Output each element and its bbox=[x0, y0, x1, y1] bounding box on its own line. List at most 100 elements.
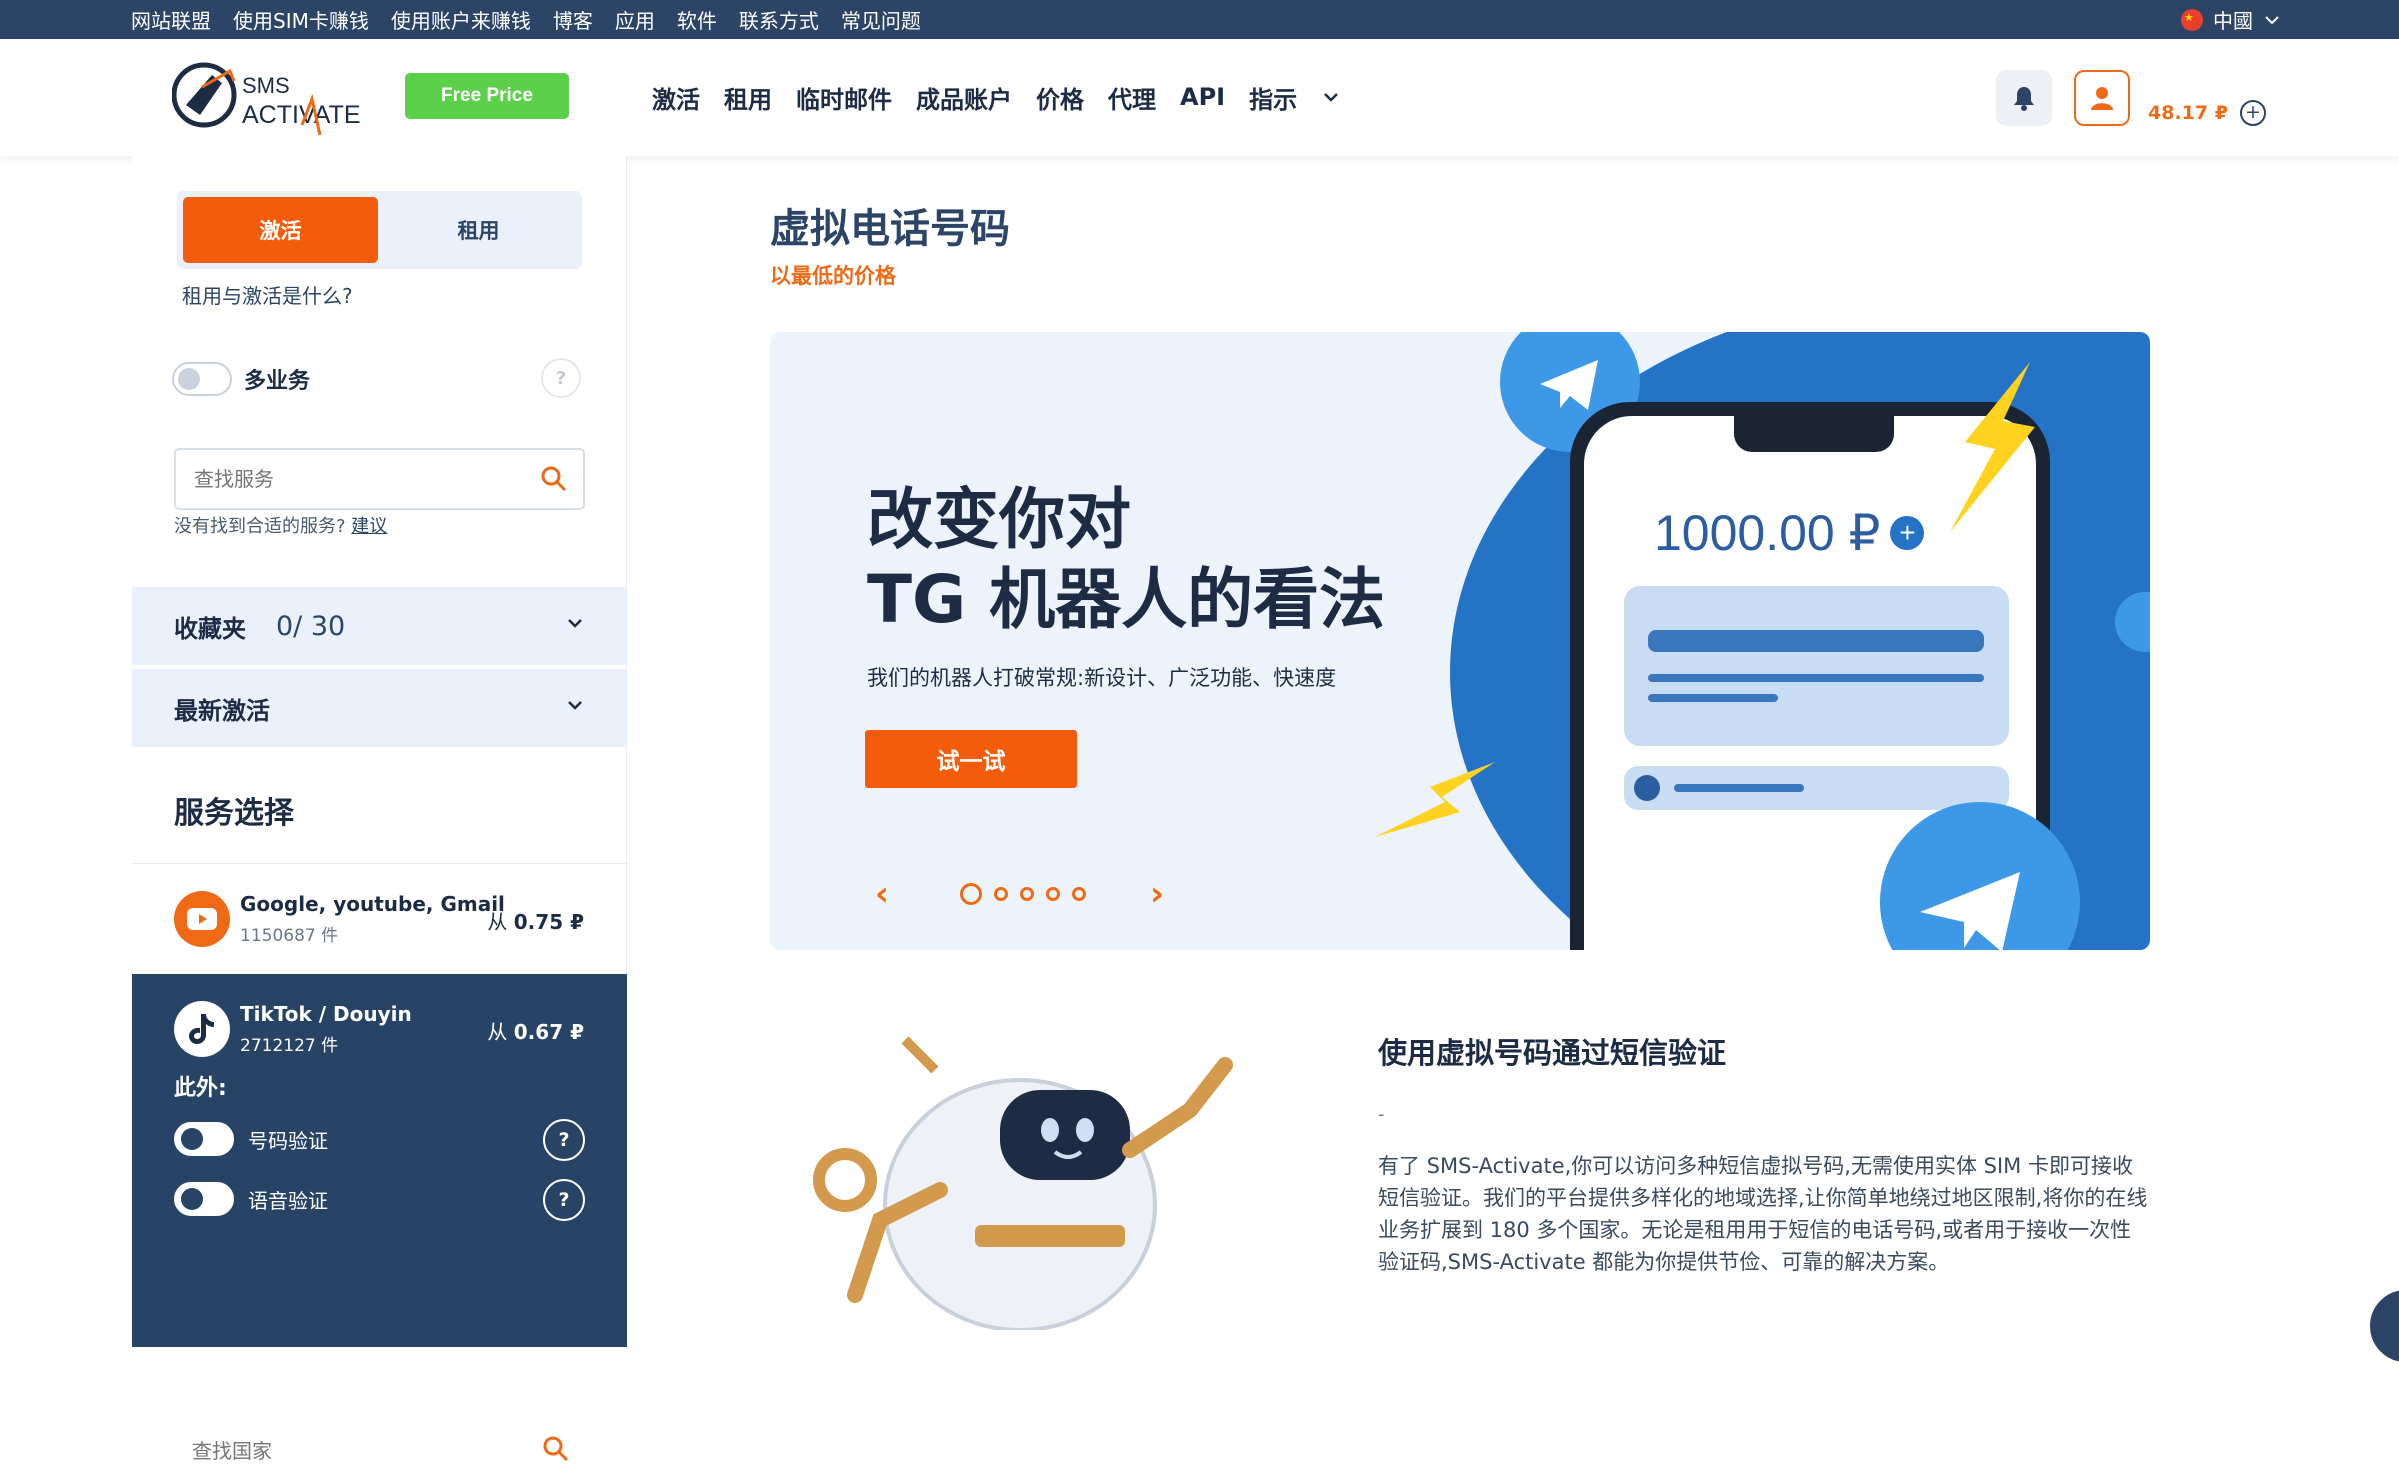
nav-temp-mail[interactable]: 临时邮件 bbox=[796, 80, 892, 115]
selected-service-panel: TikTok / Douyin 2712127 件 从 0.67 ₽ 此外: 号… bbox=[132, 974, 627, 1482]
voice-verify-toggle[interactable] bbox=[174, 1182, 234, 1216]
service-search-input[interactable] bbox=[194, 467, 514, 491]
mode-tabs: 激活 租用 bbox=[177, 191, 582, 269]
service-count: 2712127 件 bbox=[240, 1036, 339, 1056]
user-icon bbox=[2091, 87, 2113, 110]
top-links: 网站联盟 使用SIM卡赚钱 使用账户来赚钱 博客 应用 软件 联系方式 常见问题 bbox=[131, 0, 921, 39]
notifications-button[interactable] bbox=[1996, 70, 2052, 126]
lightning-icon bbox=[1950, 362, 2035, 532]
chevron-down-icon[interactable] bbox=[1321, 87, 1341, 107]
service-row-google[interactable]: Google, youtube, Gmail 1150687 件 从 0.75 … bbox=[132, 864, 627, 974]
add-funds-icon[interactable]: + bbox=[2239, 100, 2266, 126]
top-link-apps[interactable]: 应用 bbox=[615, 5, 655, 34]
number-verify-row: 号码验证 bbox=[174, 1122, 328, 1156]
bell-icon bbox=[2014, 87, 2034, 111]
service-price: 从 0.67 ₽ bbox=[487, 1016, 584, 1045]
favorites-row[interactable]: 收藏夹 0/ 30 bbox=[132, 587, 627, 665]
top-link-blog[interactable]: 博客 bbox=[553, 5, 593, 34]
help-icon[interactable]: ? bbox=[543, 1179, 585, 1221]
multi-service-row: 多业务 bbox=[172, 362, 310, 396]
phone-bar bbox=[1648, 694, 1778, 702]
chevron-down-icon bbox=[2265, 15, 2279, 24]
nav-guide[interactable]: 指示 bbox=[1249, 80, 1297, 115]
top-link-contact[interactable]: 联系方式 bbox=[739, 5, 819, 34]
carousel-next-arrow[interactable]: › bbox=[1150, 874, 1164, 914]
chat-widget-button[interactable] bbox=[2366, 1286, 2399, 1366]
phone-amount: 1000.00 ₽ + bbox=[1654, 504, 1925, 562]
service-price: 从 0.75 ₽ bbox=[487, 906, 584, 935]
recent-activations-row[interactable]: 最新激活 bbox=[132, 669, 627, 747]
suggest-link[interactable]: 建议 bbox=[351, 516, 387, 537]
banner-headline-line2: TG 机器人的看法 bbox=[867, 561, 1386, 638]
phone-bar bbox=[1648, 630, 1984, 652]
help-icon[interactable]: ? bbox=[541, 358, 581, 398]
plus-icon: + bbox=[1890, 516, 1925, 550]
carousel-dot[interactable] bbox=[1020, 887, 1034, 901]
carousel-dot[interactable] bbox=[994, 887, 1008, 901]
logo-text-activate: ACTIVATE bbox=[242, 101, 361, 129]
phone-card bbox=[1624, 586, 2009, 746]
profile-button[interactable] bbox=[2074, 70, 2130, 126]
number-verify-label: 号码验证 bbox=[248, 1128, 328, 1153]
multi-service-toggle[interactable] bbox=[172, 362, 232, 396]
carousel-dot[interactable] bbox=[1072, 887, 1086, 901]
nav-activation[interactable]: 激活 bbox=[652, 80, 700, 115]
section-dash: - bbox=[1378, 1104, 1385, 1125]
favorites-label: 收藏夹 bbox=[174, 614, 246, 643]
country-search-input[interactable] bbox=[192, 1439, 512, 1463]
carousel-dot[interactable] bbox=[960, 883, 982, 905]
page-title: 虚拟电话号码 bbox=[770, 206, 1010, 252]
promo-banner: 1000.00 ₽ + 改变你对 TG 机器人的看法 我们的机器人打破常规:新设… bbox=[770, 332, 2150, 950]
number-verify-toggle[interactable] bbox=[174, 1122, 234, 1156]
service-select-title: 服务选择 bbox=[174, 796, 294, 831]
section-title: 使用虚拟号码通过短信验证 bbox=[1378, 1036, 1727, 1070]
chevron-down-icon bbox=[568, 701, 582, 710]
sidebar: 激活 租用 租用与激活是什么? 多业务 ? 没有找到合适的服务? 建议 收藏夹 … bbox=[132, 156, 627, 1482]
phone-amount-value: 1000.00 ₽ bbox=[1654, 505, 1881, 561]
rent-vs-activation-link[interactable]: 租用与激活是什么? bbox=[182, 280, 353, 309]
tab-activation[interactable]: 激活 bbox=[183, 197, 378, 263]
section-body: 有了 SMS-Activate,你可以访问多种短信虚拟号码,无需使用实体 SIM… bbox=[1378, 1154, 2148, 1274]
carousel-dots bbox=[960, 883, 1086, 905]
service-name: TikTok / Douyin bbox=[240, 1002, 412, 1026]
search-icon[interactable] bbox=[542, 1435, 570, 1463]
carousel-dot[interactable] bbox=[1046, 887, 1060, 901]
nav-ready-accounts[interactable]: 成品账户 bbox=[916, 80, 1012, 115]
balance-display[interactable]: 48.17 ₽ + bbox=[2148, 100, 2266, 126]
service-count: 1150687 件 bbox=[240, 926, 339, 946]
top-link-account-earn[interactable]: 使用账户来赚钱 bbox=[391, 5, 531, 34]
top-link-software[interactable]: 软件 bbox=[677, 5, 717, 34]
main-nav: 激活 租用 临时邮件 成品账户 价格 代理 API 指示 bbox=[652, 79, 1341, 115]
phone-notch bbox=[1734, 416, 1894, 452]
search-icon[interactable] bbox=[540, 465, 568, 493]
multi-service-label: 多业务 bbox=[244, 369, 311, 394]
sms-activate-logo[interactable]: SMS ACTIVATE bbox=[171, 57, 372, 137]
top-link-affiliate[interactable]: 网站联盟 bbox=[131, 5, 211, 34]
balance-amount: 48.17 ₽ bbox=[2148, 102, 2228, 124]
phone-bar bbox=[1648, 674, 1984, 682]
try-it-button[interactable]: 试一试 bbox=[865, 730, 1077, 788]
service-row-tiktok[interactable]: TikTok / Douyin 2712127 件 从 0.67 ₽ bbox=[132, 974, 627, 1084]
free-price-button[interactable]: Free Price bbox=[405, 73, 569, 119]
robot-illustration bbox=[813, 1036, 1233, 1330]
price-prefix: 从 bbox=[487, 910, 508, 934]
language-selector[interactable]: 中國 bbox=[2181, 0, 2281, 39]
telegram-icon bbox=[1880, 802, 2080, 950]
china-flag-icon bbox=[2181, 8, 2203, 31]
banner-headline-line1: 改变你对 bbox=[867, 481, 1131, 558]
main-header: SMS ACTIVATE Free Price 激活 租用 临时邮件 成品账户 … bbox=[0, 39, 2399, 156]
nav-proxy[interactable]: 代理 bbox=[1108, 80, 1156, 115]
page-subtitle: 以最低的价格 bbox=[770, 264, 896, 288]
help-icon[interactable]: ? bbox=[543, 1119, 585, 1161]
not-found-text: 没有找到合适的服务? bbox=[174, 516, 346, 537]
nav-prices[interactable]: 价格 bbox=[1036, 80, 1084, 115]
service-name: Google, youtube, Gmail bbox=[240, 892, 505, 916]
top-link-faq[interactable]: 常见问题 bbox=[841, 5, 921, 34]
tab-rent[interactable]: 租用 bbox=[381, 197, 576, 263]
top-link-sim-earn[interactable]: 使用SIM卡赚钱 bbox=[233, 5, 369, 34]
nav-api[interactable]: API bbox=[1180, 83, 1225, 111]
nav-rent[interactable]: 租用 bbox=[724, 80, 772, 115]
youtube-icon bbox=[174, 891, 230, 947]
country-search-box bbox=[174, 1420, 585, 1482]
carousel-prev-arrow[interactable]: ‹ bbox=[875, 874, 889, 914]
